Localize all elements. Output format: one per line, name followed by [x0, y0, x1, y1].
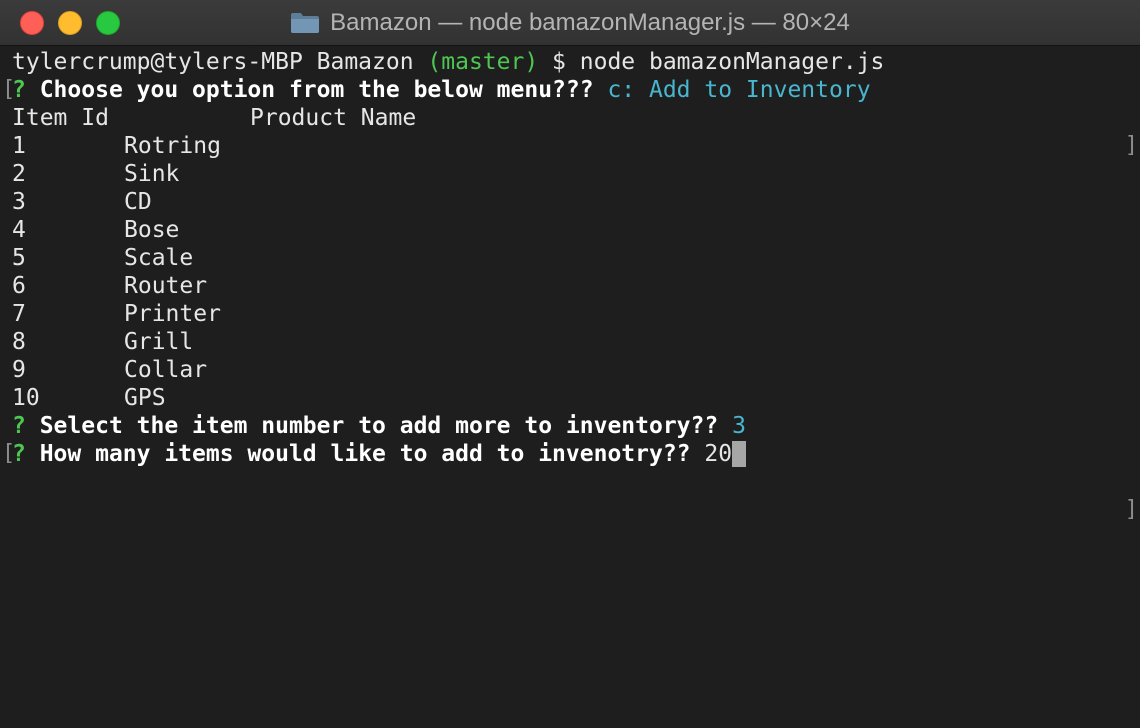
question-quantity-text: How many items would like to add to inve…	[25, 441, 691, 467]
item-name: Sink	[124, 161, 180, 187]
text-cursor	[732, 441, 747, 467]
line-marker-right: ]	[1124, 497, 1138, 522]
folder-icon	[290, 12, 320, 34]
question-select-answer: 3	[718, 413, 746, 439]
shell-prompt-line: [ tylercrump@tylers-MBP Bamazon (master)…	[0, 48, 1140, 158]
item-id: 2	[12, 161, 26, 187]
item-id: 6	[12, 273, 26, 299]
question-mark: ?	[12, 77, 26, 103]
item-id: 4	[12, 217, 26, 243]
item-name: CD	[124, 189, 152, 215]
table-row: 6 Router	[0, 272, 1140, 300]
question-select-line: [ ? Select the item number to add more t…	[0, 412, 1140, 522]
prompt-user: tylercrump@tylers-MBP Bamazon	[12, 49, 428, 75]
table-row: 4 Bose	[0, 216, 1140, 244]
item-name: Bose	[124, 217, 180, 243]
item-id: 7	[12, 301, 26, 327]
table-header: Item Id Product Name	[0, 104, 1140, 132]
table-row: 5 Scale	[0, 244, 1140, 272]
question-select-text: Select the item number to add more to in…	[25, 413, 719, 439]
item-id: 5	[12, 245, 26, 271]
table-row: 2 Sink	[0, 160, 1140, 188]
terminal-output[interactable]: [ tylercrump@tylers-MBP Bamazon (master)…	[0, 46, 1140, 728]
table-row: 3 CD	[0, 188, 1140, 216]
item-name: Scale	[124, 245, 194, 271]
table-row: 8 Grill	[0, 328, 1140, 356]
item-name: Rotring	[124, 133, 221, 159]
item-name: Grill	[124, 329, 194, 355]
item-id: 8	[12, 329, 26, 355]
item-name: Printer	[124, 301, 221, 327]
terminal-window: Bamazon — node bamazonManager.js — 80×24…	[0, 0, 1140, 728]
table-row: 1 Rotring	[0, 132, 1140, 160]
item-name: Collar	[124, 357, 208, 383]
table-row: 10 GPS	[0, 384, 1140, 412]
item-id: 1	[12, 133, 26, 159]
question-menu-text: Choose you option from the below menu???	[25, 77, 594, 103]
item-name: GPS	[124, 385, 166, 411]
prompt-branch: (master)	[427, 49, 539, 75]
item-id: 10	[12, 385, 40, 411]
table-row: 9 Collar	[0, 356, 1140, 384]
question-menu-line: ? Choose you option from the below menu?…	[0, 76, 1140, 104]
quantity-input[interactable]: 20	[691, 441, 732, 467]
question-menu-answer: c: Add to Inventory	[593, 77, 871, 103]
window-title-group: Bamazon — node bamazonManager.js — 80×24	[0, 0, 1140, 46]
header-product-name: Product Name	[250, 105, 417, 131]
question-mark: ?	[12, 413, 26, 439]
prompt-command: $ node bamazonManager.js	[538, 49, 885, 75]
item-id: 9	[12, 357, 26, 383]
title-bar[interactable]: Bamazon — node bamazonManager.js — 80×24	[0, 0, 1140, 46]
window-title: Bamazon — node bamazonManager.js — 80×24	[330, 9, 850, 36]
header-item-id: Item Id	[12, 105, 109, 131]
question-quantity-line: ? How many items would like to add to in…	[0, 440, 1140, 468]
table-row: 7 Printer	[0, 300, 1140, 328]
question-mark: ?	[12, 441, 26, 467]
item-name: Router	[124, 273, 208, 299]
item-id: 3	[12, 189, 26, 215]
